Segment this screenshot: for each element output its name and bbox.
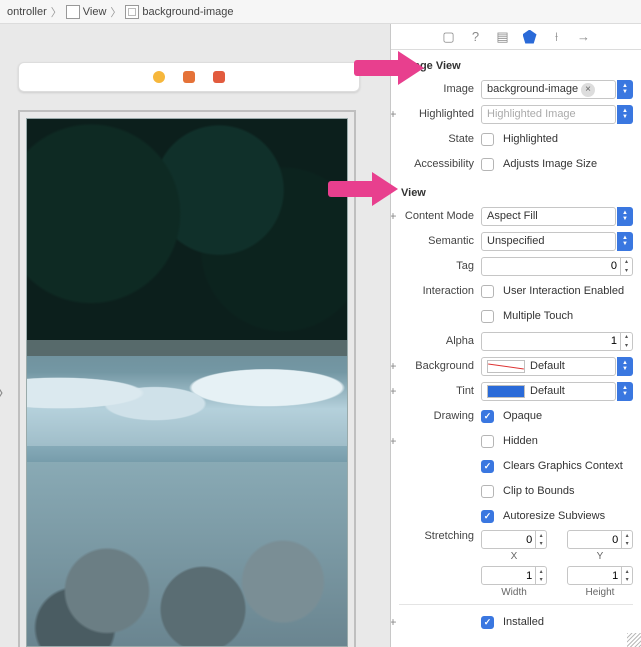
tint-combo[interactable]: Default: [481, 382, 616, 401]
stepper-icon[interactable]: ▴▾: [620, 258, 632, 275]
attributes-tab-icon[interactable]: �ejto: [522, 29, 538, 45]
image-content: [27, 119, 347, 356]
dropdown-arrows-icon[interactable]: ▲▼: [617, 105, 633, 124]
file-tab-icon[interactable]: ▢: [441, 29, 457, 45]
background-combo[interactable]: Default: [481, 357, 616, 376]
tag-field[interactable]: ▴▾: [481, 257, 633, 276]
add-icon[interactable]: +: [391, 434, 399, 448]
label-highlighted: Highlighted: [399, 108, 481, 120]
stretch-x-field[interactable]: ▴▾: [481, 530, 547, 549]
label-image: Image: [399, 83, 481, 95]
label-tag: Tag: [399, 260, 481, 272]
checkbox-opaque[interactable]: [481, 410, 494, 423]
label-alpha: Alpha: [399, 335, 481, 347]
help-tab-icon[interactable]: ?: [468, 29, 484, 45]
label-state: State: [399, 133, 481, 145]
add-icon[interactable]: +: [391, 107, 399, 121]
clear-icon[interactable]: ×: [581, 83, 595, 97]
semantic-combo[interactable]: Unspecified: [481, 232, 616, 251]
label-accessibility: Accessibility: [399, 158, 481, 170]
dropdown-arrows-icon[interactable]: ▲▼: [617, 232, 633, 251]
size-tab-icon[interactable]: ⟊: [549, 29, 565, 45]
image-view-icon: [125, 5, 139, 19]
breadcrumb-controller[interactable]: ontroller: [4, 6, 50, 18]
breadcrumb: ontroller 〉 View 〉 background-image: [0, 0, 641, 24]
section-view: View: [401, 187, 633, 199]
view-icon: [66, 5, 80, 19]
cube-icon[interactable]: [183, 71, 195, 83]
label-content-mode: Content Mode: [399, 210, 481, 222]
checkbox-multiple-touch[interactable]: [481, 310, 494, 323]
stretch-w-field[interactable]: ▴▾: [481, 566, 547, 585]
label-tint: Tint: [399, 385, 481, 397]
connections-tab-icon[interactable]: →: [576, 29, 592, 45]
checkbox-highlighted[interactable]: [481, 133, 494, 146]
dropdown-arrows-icon[interactable]: ▲▼: [617, 382, 633, 401]
highlighted-combo[interactable]: Highlighted Image: [481, 105, 616, 124]
dropdown-arrows-icon[interactable]: ▲▼: [617, 80, 633, 99]
identity-tab-icon[interactable]: ▤: [495, 29, 511, 45]
breadcrumb-item[interactable]: background-image: [122, 5, 236, 19]
dropdown-arrows-icon[interactable]: ▲▼: [617, 357, 633, 376]
toolbar-capsule: [18, 62, 360, 92]
canvas-pane[interactable]: 〉 9:41 AM: [0, 24, 391, 647]
checkbox-clears-gc[interactable]: [481, 460, 494, 473]
inspector-tabs: ▢ ? ▤ �ejto ⟊ →: [391, 24, 641, 50]
checkbox-autoresize[interactable]: [481, 510, 494, 523]
dropdown-arrows-icon[interactable]: ▲▼: [617, 207, 633, 226]
chevron-right-icon: 〉: [50, 4, 63, 20]
label-semantic: Semantic: [399, 235, 481, 247]
add-icon[interactable]: +: [391, 359, 399, 373]
image-combo[interactable]: background-image ×: [481, 80, 616, 99]
resize-grip-icon[interactable]: [627, 633, 641, 647]
checkbox-adjusts-image-size[interactable]: [481, 158, 494, 171]
stretch-y-field[interactable]: ▴▾: [567, 530, 633, 549]
record-icon[interactable]: [153, 71, 165, 83]
breadcrumb-view[interactable]: View: [63, 5, 110, 19]
add-icon[interactable]: +: [391, 615, 399, 629]
checkbox-hidden[interactable]: [481, 435, 494, 448]
alpha-field[interactable]: ▴▾: [481, 332, 633, 351]
color-swatch: [487, 360, 525, 373]
section-image-view: Image View: [401, 60, 633, 72]
indent-arrow-icon: 〉: [0, 380, 12, 404]
content-mode-combo[interactable]: Aspect Fill: [481, 207, 616, 226]
device-canvas[interactable]: 9:41 AM: [26, 118, 348, 647]
inspector-panel: ▢ ? ▤ �ejto ⟊ → .tabs .tab-ic:nth-child(…: [391, 24, 641, 647]
add-icon[interactable]: +: [391, 384, 399, 398]
stretch-h-field[interactable]: ▴▾: [567, 566, 633, 585]
grid-icon[interactable]: [213, 71, 225, 83]
checkbox-user-interaction[interactable]: [481, 285, 494, 298]
add-icon[interactable]: +: [391, 209, 399, 223]
label-stretching: Stretching: [399, 530, 481, 542]
checkbox-clip-bounds[interactable]: [481, 485, 494, 498]
label-interaction: Interaction: [399, 285, 481, 297]
label-drawing: Drawing: [399, 410, 481, 422]
stepper-icon[interactable]: ▴▾: [620, 333, 632, 350]
label-background: Background: [399, 360, 481, 372]
color-swatch: [487, 385, 525, 398]
checkbox-installed[interactable]: [481, 616, 494, 629]
chevron-right-icon: 〉: [109, 4, 122, 20]
